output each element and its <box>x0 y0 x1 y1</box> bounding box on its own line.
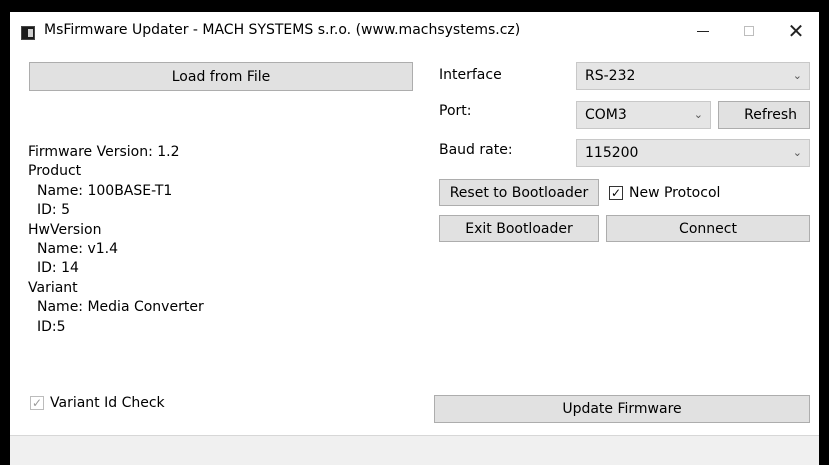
load-from-file-button[interactable]: Load from File <box>29 62 413 91</box>
interface-label: Interface <box>439 67 502 83</box>
exit-bootloader-button[interactable]: Exit Bootloader <box>439 215 599 242</box>
chevron-down-icon: ⌄ <box>693 108 703 121</box>
app-icon <box>21 26 35 40</box>
hwversion-id-text: ID: 14 <box>37 260 79 277</box>
baud-rate-label: Baud rate: <box>439 142 513 158</box>
maximize-icon <box>744 26 754 36</box>
checkbox-box: ✓ <box>30 396 44 410</box>
product-header: Product <box>28 163 82 180</box>
refresh-button[interactable]: Refresh <box>718 101 810 129</box>
chevron-down-icon: ⌄ <box>792 146 802 159</box>
check-icon: ✓ <box>610 186 622 200</box>
port-value: COM3 <box>585 107 627 123</box>
minimize-button[interactable] <box>680 12 726 50</box>
hwversion-name-text: Name: v1.4 <box>37 241 119 258</box>
new-protocol-checkbox[interactable]: ✓ New Protocol <box>609 185 720 201</box>
close-button[interactable]: ✕ <box>773 12 819 50</box>
firmware-info-panel: Firmware Version: 1.2 Product Name: 100B… <box>28 143 204 337</box>
variant-id-check-label: Variant Id Check <box>50 395 165 411</box>
variant-id-check-checkbox[interactable]: ✓ Variant Id Check <box>30 395 165 411</box>
new-protocol-label: New Protocol <box>629 185 721 201</box>
product-name-text: Name: 100BASE-T1 <box>37 182 173 199</box>
check-icon: ✓ <box>31 396 43 410</box>
main-window: MsFirmware Updater - MACH SYSTEMS s.r.o.… <box>10 12 819 465</box>
maximize-button[interactable] <box>726 12 772 50</box>
interface-value: RS-232 <box>585 68 636 84</box>
baud-rate-select[interactable]: 115200 ⌄ <box>576 139 810 167</box>
variant-header: Variant <box>28 279 78 296</box>
close-icon: ✕ <box>787 19 805 43</box>
title-bar[interactable]: MsFirmware Updater - MACH SYSTEMS s.r.o.… <box>10 12 819 50</box>
variant-id-text: ID:5 <box>37 318 66 335</box>
baud-rate-value: 115200 <box>585 145 639 161</box>
product-id-text: ID: 5 <box>37 202 70 219</box>
minimize-icon <box>697 30 709 32</box>
port-select[interactable]: COM3 ⌄ <box>576 101 711 129</box>
update-firmware-button[interactable]: Update Firmware <box>434 395 810 423</box>
interface-select[interactable]: RS-232 ⌄ <box>576 62 810 90</box>
window-title: MsFirmware Updater - MACH SYSTEMS s.r.o.… <box>44 22 521 38</box>
status-bar <box>10 435 819 465</box>
hwversion-header: HwVersion <box>28 221 102 238</box>
connect-button[interactable]: Connect <box>606 215 810 242</box>
port-label: Port: <box>439 103 472 119</box>
checkbox-box: ✓ <box>609 186 623 200</box>
reset-to-bootloader-button[interactable]: Reset to Bootloader <box>439 179 599 206</box>
firmware-version-text: Firmware Version: 1.2 <box>28 144 180 160</box>
chevron-down-icon: ⌄ <box>792 69 802 82</box>
variant-name-text: Name: Media Converter <box>37 299 204 316</box>
